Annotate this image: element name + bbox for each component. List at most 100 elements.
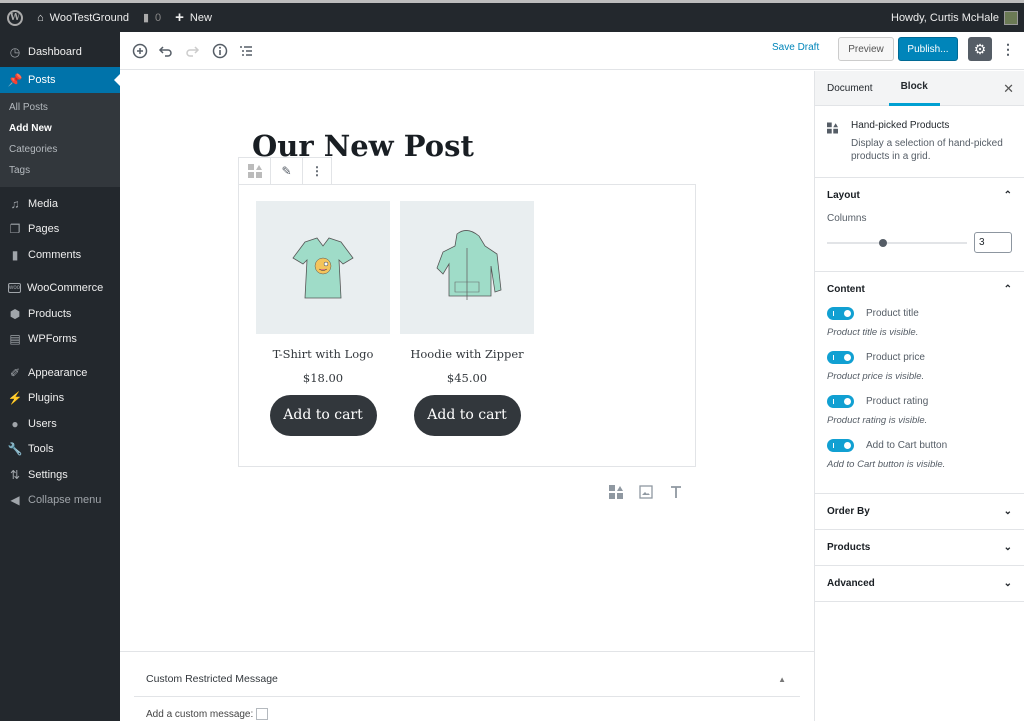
posts-submenu: All Posts Add New Categories Tags bbox=[0, 93, 120, 187]
sidebar-item-woocommerce[interactable]: woo WooCommerce bbox=[0, 276, 120, 302]
toggle-product-rating: Product rating Product rating is visible. bbox=[827, 395, 1012, 426]
chevron-up-icon: ⌃ bbox=[1003, 190, 1012, 201]
sidebar-item-plugins[interactable]: ⚡ Plugins bbox=[0, 386, 120, 412]
toggle-switch[interactable] bbox=[827, 439, 854, 452]
home-icon: ⌂ bbox=[37, 11, 44, 24]
columns-input[interactable]: 3 bbox=[974, 232, 1012, 253]
tab-block[interactable]: Block bbox=[888, 71, 940, 106]
text-icon bbox=[671, 486, 681, 498]
form-icon: ▤ bbox=[9, 332, 21, 347]
product-image[interactable] bbox=[400, 201, 534, 334]
insert-image-button[interactable] bbox=[638, 484, 654, 500]
wrench-icon: 🔧 bbox=[7, 442, 23, 457]
preview-button[interactable]: Preview bbox=[838, 37, 894, 61]
add-to-cart-button[interactable]: Add to cart bbox=[413, 395, 521, 436]
insert-products-button[interactable] bbox=[608, 484, 624, 500]
greeting: Howdy, Curtis McHale bbox=[891, 11, 999, 24]
close-icon[interactable]: ✕ bbox=[1003, 81, 1014, 97]
tab-document[interactable]: Document bbox=[815, 71, 885, 106]
save-draft-button[interactable]: Save Draft bbox=[772, 42, 819, 53]
columns-slider[interactable] bbox=[827, 238, 967, 248]
submenu-tags[interactable]: Tags bbox=[0, 160, 120, 181]
sidebar-item-appearance[interactable]: ✐ Appearance bbox=[0, 360, 120, 386]
outline-button[interactable] bbox=[236, 41, 256, 61]
toggle-switch[interactable] bbox=[827, 351, 854, 364]
plug-icon: ⚡ bbox=[7, 391, 23, 406]
metabox-body: Add a custom message: bbox=[146, 708, 269, 720]
submenu-categories[interactable]: Categories bbox=[0, 139, 120, 160]
new-label: New bbox=[189, 11, 212, 24]
sidebar-item-settings[interactable]: ⇅ Settings bbox=[0, 462, 120, 488]
editor-toolbar: Save Draft Preview Publish... ⚙ ⋮ bbox=[120, 32, 1024, 70]
toggle-help: Product rating is visible. bbox=[827, 415, 928, 426]
metabox-header[interactable]: Custom Restricted Message ▲ bbox=[134, 662, 800, 697]
submenu-all-posts[interactable]: All Posts bbox=[0, 97, 120, 118]
collapse-arrow-icon[interactable]: ▲ bbox=[778, 675, 786, 684]
info-icon bbox=[212, 43, 228, 59]
wp-logo-button[interactable]: W bbox=[0, 3, 30, 32]
insert-heading-button[interactable] bbox=[668, 484, 684, 500]
product-name[interactable]: T-Shirt with Logo bbox=[256, 347, 390, 361]
comments-count: 0 bbox=[155, 11, 162, 24]
sidebar-item-label: Posts bbox=[28, 74, 56, 86]
panel-title: Order By bbox=[827, 506, 870, 517]
panel-layout-toggle[interactable]: Layout ⌃ bbox=[815, 178, 1024, 213]
site-name-link[interactable]: ⌂ WooTestGround bbox=[30, 3, 136, 32]
toggle-switch[interactable] bbox=[827, 395, 854, 408]
sidebar-item-wpforms[interactable]: ▤ WPForms bbox=[0, 327, 120, 353]
publish-button[interactable]: Publish... bbox=[898, 37, 958, 61]
undo-button[interactable] bbox=[156, 41, 176, 61]
sidebar-item-tools[interactable]: 🔧 Tools bbox=[0, 437, 120, 463]
product-name[interactable]: Hoodie with Zipper bbox=[400, 347, 534, 361]
slider-thumb[interactable] bbox=[879, 238, 887, 247]
panel-content: Content ⌃ Product title Product title is v… bbox=[815, 272, 1024, 494]
quick-inserter bbox=[608, 484, 684, 500]
panel-advanced-toggle[interactable]: Advanced ⌄ bbox=[815, 566, 1024, 601]
undo-icon bbox=[158, 46, 172, 57]
submenu-add-new[interactable]: Add New bbox=[0, 118, 120, 139]
sidebar-item-media[interactable]: ♫ Media bbox=[0, 191, 120, 217]
toggle-switch[interactable] bbox=[827, 307, 854, 320]
panel-products-toggle[interactable]: Products ⌄ bbox=[815, 530, 1024, 565]
panel-title: Content bbox=[827, 284, 865, 295]
custom-message-checkbox[interactable] bbox=[256, 708, 269, 720]
sidebar-item-label: Users bbox=[28, 417, 57, 430]
editor-canvas: Our New Post ✎ ⋮ T-Shirt with Logo $18.0… bbox=[120, 71, 814, 721]
comments-link[interactable]: ▮ 0 bbox=[136, 3, 168, 32]
panel-content-toggle[interactable]: Content ⌃ bbox=[815, 272, 1024, 307]
hoodie-image bbox=[436, 229, 502, 300]
sidebar-item-dashboard[interactable]: ◷ Dashboard bbox=[0, 37, 120, 67]
sidebar-item-comments[interactable]: ▮ Comments bbox=[0, 242, 120, 268]
sidebar-item-pages[interactable]: ❐ Pages bbox=[0, 217, 120, 243]
more-menu-button[interactable]: ⋮ bbox=[1000, 37, 1016, 61]
sidebar-item-products[interactable]: ⬢ Products bbox=[0, 301, 120, 327]
block-type-button[interactable] bbox=[239, 158, 271, 184]
new-content-link[interactable]: + New bbox=[168, 3, 219, 32]
add-block-button[interactable] bbox=[130, 41, 150, 61]
sidebar-item-label: Plugins bbox=[28, 392, 65, 405]
more-vertical-icon: ⋮ bbox=[1001, 40, 1015, 57]
block-description: Display a selection of hand-picked produ… bbox=[851, 138, 1003, 162]
hand-picked-products-block[interactable]: T-Shirt with Logo $18.00 Add to cart Hoo… bbox=[238, 184, 696, 467]
sidebar-item-posts[interactable]: 📌 Posts bbox=[0, 67, 120, 93]
add-to-cart-button[interactable]: Add to cart bbox=[269, 395, 377, 436]
panel-products: Products ⌄ bbox=[815, 530, 1024, 566]
account-menu[interactable]: Howdy, Curtis McHale bbox=[884, 3, 1024, 32]
sidebar-item-users[interactable]: ● Users bbox=[0, 411, 120, 437]
sidebar-item-label: Products bbox=[28, 307, 72, 320]
panel-order-by: Order By ⌄ bbox=[815, 494, 1024, 530]
panel-order-by-toggle[interactable]: Order By ⌄ bbox=[815, 494, 1024, 529]
pages-icon: ❐ bbox=[9, 222, 21, 237]
edit-button[interactable]: ✎ bbox=[271, 158, 303, 184]
panel-advanced: Advanced ⌄ bbox=[815, 566, 1024, 602]
sidebar-item-label: Pages bbox=[28, 223, 60, 236]
panel-title: Products bbox=[827, 542, 871, 553]
redo-button[interactable] bbox=[182, 41, 202, 61]
info-button[interactable] bbox=[210, 41, 230, 61]
collapse-menu-button[interactable]: ◀ Collapse menu bbox=[0, 488, 120, 514]
settings-button[interactable]: ⚙ bbox=[968, 37, 992, 61]
toggle-label: Product rating bbox=[866, 396, 929, 407]
product-image[interactable] bbox=[256, 201, 390, 334]
hand-picked-products-icon bbox=[609, 485, 623, 499]
block-more-button[interactable]: ⋮ bbox=[303, 158, 331, 184]
